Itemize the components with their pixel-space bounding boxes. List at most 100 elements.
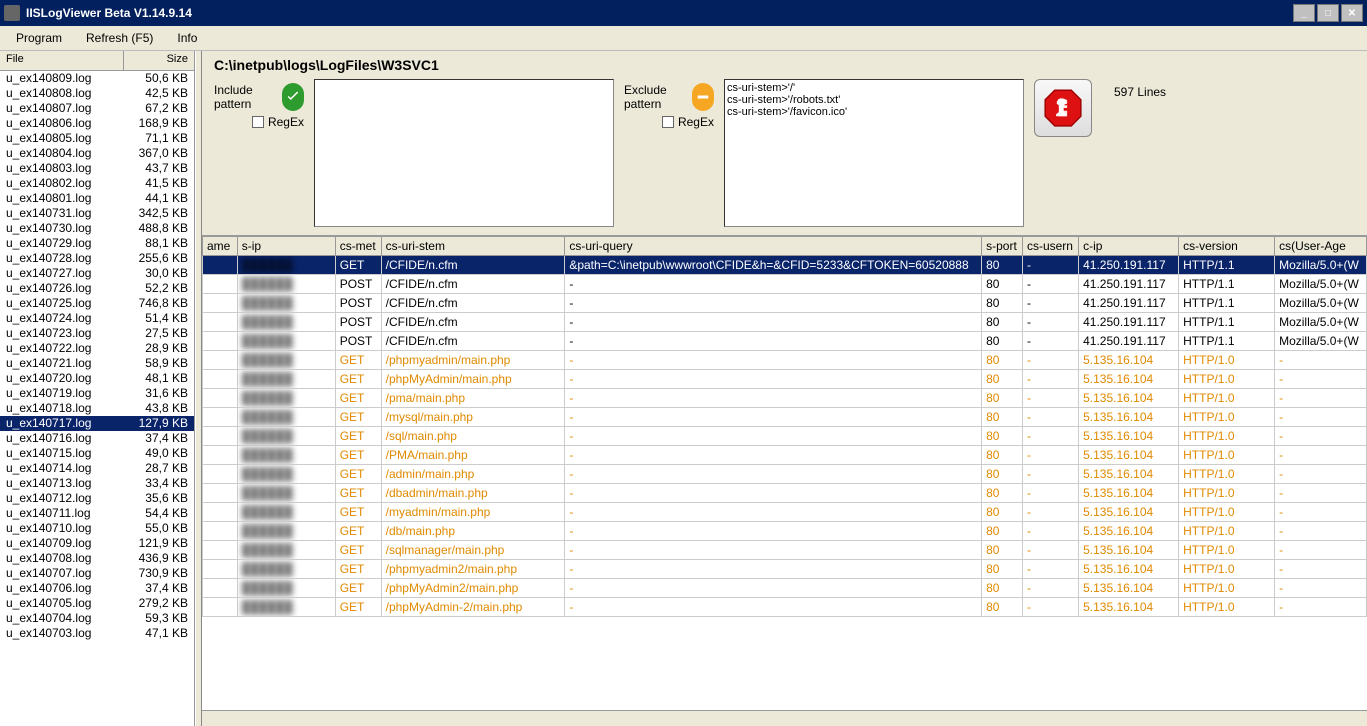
log-row[interactable]: ██████GET/db/main.php-80-5.135.16.104HTT… [203, 522, 1367, 541]
grid-header-cs-version[interactable]: cs-version [1179, 237, 1275, 256]
log-row[interactable]: ██████GET/phpMyAdmin2/main.php-80-5.135.… [203, 579, 1367, 598]
menu-info[interactable]: Info [177, 31, 197, 45]
log-cell: - [1275, 560, 1367, 579]
log-row[interactable]: ██████GET/phpMyAdmin/main.php-80-5.135.1… [203, 370, 1367, 389]
file-row[interactable]: u_ex140807.log67,2 KB [0, 101, 194, 116]
log-row[interactable]: ██████GET/sqlmanager/main.php-80-5.135.1… [203, 541, 1367, 560]
file-row[interactable]: u_ex140703.log47,1 KB [0, 626, 194, 641]
include-pattern-input[interactable] [314, 79, 614, 227]
log-cell: 80 [982, 256, 1023, 275]
close-button[interactable]: ✕ [1341, 4, 1363, 22]
grid-header-cs-uri-stem[interactable]: cs-uri-stem [381, 237, 565, 256]
grid-header-cs-uri-query[interactable]: cs-uri-query [565, 237, 982, 256]
file-row[interactable]: u_ex140713.log33,4 KB [0, 476, 194, 491]
log-row[interactable]: ██████GET/pma/main.php-80-5.135.16.104HT… [203, 389, 1367, 408]
log-row[interactable]: ██████GET/dbadmin/main.php-80-5.135.16.1… [203, 484, 1367, 503]
file-row[interactable]: u_ex140717.log127,9 KB [0, 416, 194, 431]
file-row[interactable]: u_ex140722.log28,9 KB [0, 341, 194, 356]
file-row[interactable]: u_ex140727.log30,0 KB [0, 266, 194, 281]
file-size: 48,1 KB [118, 371, 188, 386]
grid-header-cs-met[interactable]: cs-met [335, 237, 381, 256]
file-row[interactable]: u_ex140721.log58,9 KB [0, 356, 194, 371]
file-row[interactable]: u_ex140707.log730,9 KB [0, 566, 194, 581]
log-row[interactable]: ██████GET/phpMyAdmin-2/main.php-80-5.135… [203, 598, 1367, 617]
file-row[interactable]: u_ex140715.log49,0 KB [0, 446, 194, 461]
file-row[interactable]: u_ex140709.log121,9 KB [0, 536, 194, 551]
file-size: 27,5 KB [118, 326, 188, 341]
file-row[interactable]: u_ex140724.log51,4 KB [0, 311, 194, 326]
grid-header-c-ip[interactable]: c-ip [1079, 237, 1179, 256]
log-row[interactable]: ██████GET/mysql/main.php-80-5.135.16.104… [203, 408, 1367, 427]
file-row[interactable]: u_ex140801.log44,1 KB [0, 191, 194, 206]
file-row[interactable]: u_ex140718.log43,8 KB [0, 401, 194, 416]
file-size: 37,4 KB [118, 581, 188, 596]
exclude-regex-checkbox[interactable] [662, 116, 674, 128]
log-cell: ██████ [237, 427, 335, 446]
file-row[interactable]: u_ex140716.log37,4 KB [0, 431, 194, 446]
log-row[interactable]: ██████POST/CFIDE/n.cfm-80-41.250.191.117… [203, 332, 1367, 351]
file-row[interactable]: u_ex140806.log168,9 KB [0, 116, 194, 131]
file-list[interactable]: u_ex140809.log50,6 KBu_ex140808.log42,5 … [0, 71, 194, 726]
file-row[interactable]: u_ex140809.log50,6 KB [0, 71, 194, 86]
log-cell: GET [335, 484, 381, 503]
file-row[interactable]: u_ex140710.log55,0 KB [0, 521, 194, 536]
log-cell: 80 [982, 446, 1023, 465]
log-row[interactable]: ██████GET/myadmin/main.php-80-5.135.16.1… [203, 503, 1367, 522]
grid-header-cs(User-Age[interactable]: cs(User-Age [1275, 237, 1367, 256]
file-row[interactable]: u_ex140719.log31,6 KB [0, 386, 194, 401]
file-row[interactable]: u_ex140705.log279,2 KB [0, 596, 194, 611]
file-row[interactable]: u_ex140706.log37,4 KB [0, 581, 194, 596]
file-row[interactable]: u_ex140720.log48,1 KB [0, 371, 194, 386]
horizontal-scrollbar[interactable] [202, 710, 1367, 726]
file-row[interactable]: u_ex140730.log488,8 KB [0, 221, 194, 236]
log-grid[interactable]: ames-ipcs-metcs-uri-stemcs-uri-querys-po… [202, 235, 1367, 710]
stop-button[interactable] [1034, 79, 1092, 137]
splitter[interactable] [195, 51, 202, 726]
maximize-button[interactable]: □ [1317, 4, 1339, 22]
file-header-size[interactable]: Size [124, 51, 194, 70]
file-row[interactable]: u_ex140731.log342,5 KB [0, 206, 194, 221]
file-size: 31,6 KB [118, 386, 188, 401]
grid-header-cs-usern[interactable]: cs-usern [1022, 237, 1078, 256]
log-cell: 80 [982, 484, 1023, 503]
file-row[interactable]: u_ex140726.log52,2 KB [0, 281, 194, 296]
log-row[interactable]: ██████GET/admin/main.php-80-5.135.16.104… [203, 465, 1367, 484]
file-header-file[interactable]: File [0, 51, 124, 70]
file-name: u_ex140729.log [6, 236, 118, 251]
log-row[interactable]: ██████POST/CFIDE/n.cfm-80-41.250.191.117… [203, 275, 1367, 294]
file-row[interactable]: u_ex140729.log88,1 KB [0, 236, 194, 251]
log-row[interactable]: ██████GET/PMA/main.php-80-5.135.16.104HT… [203, 446, 1367, 465]
log-cell: 80 [982, 313, 1023, 332]
file-row[interactable]: u_ex140711.log54,4 KB [0, 506, 194, 521]
minimize-button[interactable]: _ [1293, 4, 1315, 22]
menu-program[interactable]: Program [16, 31, 62, 45]
include-regex-checkbox[interactable] [252, 116, 264, 128]
file-row[interactable]: u_ex140714.log28,7 KB [0, 461, 194, 476]
log-row[interactable]: ██████GET/CFIDE/n.cfm&path=C:\inetpub\ww… [203, 256, 1367, 275]
file-row[interactable]: u_ex140808.log42,5 KB [0, 86, 194, 101]
file-row[interactable]: u_ex140704.log59,3 KB [0, 611, 194, 626]
file-row[interactable]: u_ex140712.log35,6 KB [0, 491, 194, 506]
log-cell: - [565, 275, 982, 294]
file-row[interactable]: u_ex140802.log41,5 KB [0, 176, 194, 191]
file-row[interactable]: u_ex140804.log367,0 KB [0, 146, 194, 161]
menu-refresh[interactable]: Refresh (F5) [86, 31, 153, 45]
grid-header-ame[interactable]: ame [203, 237, 238, 256]
log-cell: /phpMyAdmin2/main.php [381, 579, 565, 598]
log-row[interactable]: ██████GET/phpmyadmin2/main.php-80-5.135.… [203, 560, 1367, 579]
file-size: 58,9 KB [118, 356, 188, 371]
exclude-pattern-input[interactable] [724, 79, 1024, 227]
log-row[interactable]: ██████POST/CFIDE/n.cfm-80-41.250.191.117… [203, 313, 1367, 332]
log-row[interactable]: ██████GET/phpmyadmin/main.php-80-5.135.1… [203, 351, 1367, 370]
grid-header-s-ip[interactable]: s-ip [237, 237, 335, 256]
file-row[interactable]: u_ex140723.log27,5 KB [0, 326, 194, 341]
grid-header-s-port[interactable]: s-port [982, 237, 1023, 256]
file-row[interactable]: u_ex140728.log255,6 KB [0, 251, 194, 266]
log-row[interactable]: ██████GET/sql/main.php-80-5.135.16.104HT… [203, 427, 1367, 446]
file-row[interactable]: u_ex140725.log746,8 KB [0, 296, 194, 311]
file-row[interactable]: u_ex140708.log436,9 KB [0, 551, 194, 566]
log-cell: /dbadmin/main.php [381, 484, 565, 503]
file-row[interactable]: u_ex140805.log71,1 KB [0, 131, 194, 146]
log-row[interactable]: ██████POST/CFIDE/n.cfm-80-41.250.191.117… [203, 294, 1367, 313]
file-row[interactable]: u_ex140803.log43,7 KB [0, 161, 194, 176]
